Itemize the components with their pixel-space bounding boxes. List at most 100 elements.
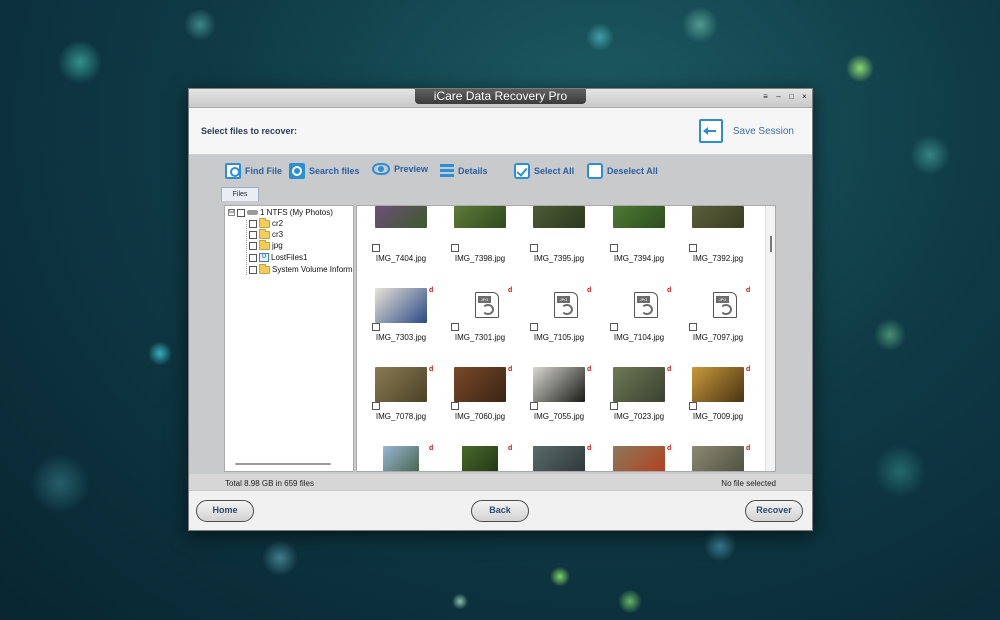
folder-icon [259,263,270,274]
deselect-all-button[interactable]: Deselect All [587,163,658,179]
recover-button[interactable]: Recover [745,500,803,522]
file-item[interactable]: IMG_7394.jpg [599,206,679,263]
deleted-marker-icon: d [746,366,751,373]
deleted-marker-icon: d [429,366,434,373]
tree-checkbox[interactable] [249,265,257,274]
file-type-badge: JPG [637,296,650,303]
tree-horizontal-scrollbar[interactable] [235,463,331,465]
tree-checkbox[interactable] [237,208,245,217]
tab-files[interactable]: Files [221,187,259,201]
content-area: ⊟ 1 NTFS (My Photos) cr2 cr3 jpg U LostF… [189,201,812,474]
file-checkbox[interactable] [451,402,459,410]
file-checkbox[interactable] [610,402,618,410]
deleted-marker-icon: d [746,287,751,294]
grid-vertical-scrollbar[interactable] [765,206,775,471]
tree-item-root[interactable]: ⊟ 1 NTFS (My Photos) [228,208,333,217]
deleted-marker-icon: d [508,445,513,452]
tree-item-label: LostFiles1 [271,253,308,262]
tree-item-lostfiles[interactable]: U LostFiles1 [249,253,307,262]
search-files-button[interactable]: Search files [289,163,360,179]
file-item[interactable]: d IMG_7055.jpg [519,339,599,421]
menu-icon[interactable]: ≡ [762,92,769,102]
deleted-marker-icon: d [508,366,513,373]
file-checkbox[interactable] [610,323,618,331]
generic-image-file-icon: JPG [713,292,737,318]
image-thumbnail [692,446,744,471]
file-item[interactable]: d IMG_7023.jpg [599,339,679,421]
close-icon[interactable]: × [801,92,808,102]
collapse-icon[interactable]: ⊟ [228,209,235,216]
checkbox-empty-icon [587,163,603,179]
file-item[interactable]: JPG d IMG_7301.jpg [440,260,520,342]
file-checkbox[interactable] [372,323,380,331]
tree-item-jpg[interactable]: jpg [249,239,283,250]
file-item[interactable]: d IMG_7009.jpg [678,339,758,421]
file-checkbox[interactable] [610,244,618,252]
file-type-badge: JPG [716,296,729,303]
deleted-marker-icon: d [667,366,672,373]
checkbox-checked-icon [514,163,530,179]
select-all-button[interactable]: Select All [514,163,574,179]
search-icon [289,163,305,179]
minimize-icon[interactable]: – [775,92,782,102]
file-item[interactable]: IMG_7392.jpg [678,206,758,263]
file-item[interactable]: IMG_7404.jpg [361,206,441,263]
folder-icon [259,239,270,250]
details-button[interactable]: Details [440,163,488,179]
scrollbar-thumb[interactable] [770,236,772,252]
selection-status-text: No file selected [721,479,776,488]
image-swirl-icon [561,304,573,315]
file-item[interactable]: IMG_7395.jpg [519,206,599,263]
maximize-icon[interactable]: □ [788,92,795,102]
file-checkbox[interactable] [689,402,697,410]
file-item[interactable]: JPG d IMG_7104.jpg [599,260,679,342]
back-button[interactable]: Back [471,500,529,522]
file-item[interactable]: dIMG_6928.jpg [440,418,520,471]
file-item[interactable]: JPG d IMG_7097.jpg [678,260,758,342]
window-title: iCare Data Recovery Pro [415,89,586,104]
preview-label: Preview [394,164,429,174]
file-item[interactable]: d IMG_7078.jpg [361,339,441,421]
image-thumbnail [533,367,585,402]
file-checkbox[interactable] [689,244,697,252]
file-item[interactable]: JPG d IMG_7105.jpg [519,260,599,342]
file-item[interactable]: d IMG_7060.jpg [440,339,520,421]
tree-item-cr2[interactable]: cr2 [249,217,283,228]
file-checkbox[interactable] [451,244,459,252]
tree-checkbox[interactable] [249,219,257,228]
file-item[interactable]: IMG_7398.jpg [440,206,520,263]
tree-checkbox[interactable] [249,230,257,239]
details-label: Details [458,166,488,176]
file-checkbox[interactable] [451,323,459,331]
file-item[interactable]: dIMG_6917.jpg [599,418,679,471]
file-checkbox[interactable] [372,402,380,410]
image-thumbnail [533,206,585,228]
file-grid[interactable]: IMG_7404.jpg IMG_7398.jpg IMG_7395.jpg IMG_… [356,205,776,472]
file-checkbox[interactable] [372,244,380,252]
image-thumbnail [613,367,665,402]
file-item[interactable]: dIMG_6919.jpg [519,418,599,471]
file-checkbox[interactable] [530,402,538,410]
file-checkbox[interactable] [530,323,538,331]
find-file-button[interactable]: Find File [225,163,282,179]
folder-tree[interactable]: ⊟ 1 NTFS (My Photos) cr2 cr3 jpg U LostF… [224,205,354,472]
tree-item-cr3[interactable]: cr3 [249,228,283,239]
home-button[interactable]: Home [196,500,254,522]
tree-checkbox[interactable] [249,241,257,250]
file-checkbox[interactable] [689,323,697,331]
deleted-marker-icon: d [746,445,751,452]
window-controls: ≡ – □ × [762,92,808,102]
title-bar[interactable]: iCare Data Recovery Pro ≡ – □ × [189,89,812,108]
tree-checkbox[interactable] [249,253,257,262]
preview-button[interactable]: Preview [372,163,428,175]
image-thumbnail [375,367,427,402]
save-session-button[interactable]: Save Session [698,119,794,143]
file-item[interactable]: dIMG_6914.jpg [678,418,758,471]
image-thumbnail [383,446,419,471]
file-item[interactable]: dIMG_6995.jpg [361,418,441,471]
image-thumbnail [613,206,665,228]
file-checkbox[interactable] [530,244,538,252]
generic-image-file-icon: JPG [554,292,578,318]
tree-item-system-volume[interactable]: System Volume Information [249,263,353,274]
file-item[interactable]: d IMG_7303.jpg [361,260,441,342]
